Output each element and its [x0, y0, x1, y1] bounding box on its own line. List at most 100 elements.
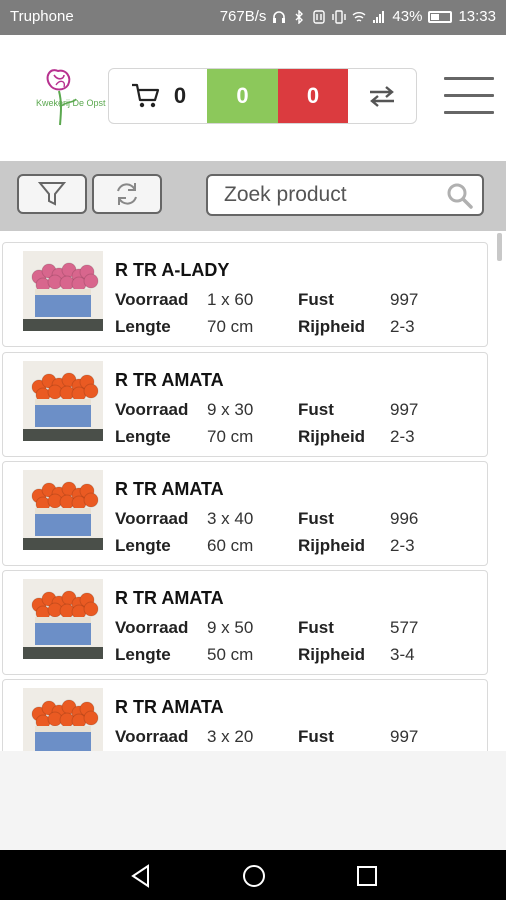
headphones-icon [273, 10, 286, 23]
back-icon[interactable] [128, 863, 154, 889]
lengte-label: Lengte [115, 427, 171, 446]
fust-label: Fust [298, 400, 334, 419]
product-name: R TR AMATA [115, 370, 224, 390]
status-bar: Truphone 767B/s 43% 13:33 [0, 0, 506, 35]
wifi-icon [352, 11, 366, 22]
fust-value: 577 [390, 618, 419, 637]
approved-count-button[interactable]: 0 [207, 69, 278, 123]
navigation-bar [0, 850, 506, 900]
product-list[interactable]: R TR A-LADY Voorraad 1 x 60 Fust 997 Len… [0, 231, 506, 751]
flower-bloom [83, 710, 99, 726]
fust-label: Fust [298, 509, 334, 528]
swap-button[interactable] [348, 69, 416, 123]
clock: 13:33 [458, 8, 496, 25]
flower-bunch-image [23, 481, 103, 550]
flower-bloom [83, 492, 99, 508]
recents-icon[interactable] [354, 863, 380, 889]
flower-bloom [83, 601, 99, 617]
signal-icon [373, 10, 385, 23]
cart-button[interactable]: 0 [109, 69, 207, 123]
network-speed: 767B/s [219, 8, 267, 25]
product-image [23, 579, 103, 659]
rijpheid-value: 2-3 [390, 317, 415, 336]
fust-value: 997 [390, 400, 419, 419]
filter-button[interactable] [17, 174, 87, 214]
voorraad-value: 9 x 50 [207, 618, 254, 637]
product-name: R TR AMATA [115, 697, 224, 717]
product-card[interactable]: R TR AMATA Voorraad 9 x 50 Fust 577 Leng… [2, 570, 488, 675]
product-image [23, 470, 103, 550]
product-name: R TR A-LADY [115, 260, 230, 280]
search-box [206, 174, 484, 216]
product-name: R TR AMATA [115, 479, 224, 499]
voorraad-value: 3 x 20 [207, 727, 254, 746]
product-card[interactable]: R TR AMATA Voorraad 3 x 40 Fust 996 Leng… [2, 461, 488, 566]
fust-label: Fust [298, 290, 334, 309]
voorraad-label: Voorraad [115, 727, 189, 746]
empty-area [0, 751, 506, 850]
rejected-count: 0 [306, 83, 320, 108]
flower-bloom [83, 273, 99, 289]
cart-count: 0 [173, 83, 187, 108]
refresh-button[interactable] [92, 174, 162, 214]
fust-label: Fust [298, 727, 334, 746]
rijpheid-label: Rijpheid [298, 317, 366, 336]
rijpheid-value: 3-4 [390, 645, 415, 664]
status-icons: 767B/s 43% 13:33 [220, 8, 496, 25]
rijpheid-label: Rijpheid [298, 645, 366, 664]
carrier-name: Truphone [10, 8, 74, 25]
filter-bar [0, 161, 506, 231]
swap-arrows-icon [370, 86, 394, 107]
lengte-value: 70 cm [207, 317, 254, 336]
search-input[interactable] [224, 182, 434, 208]
product-image [23, 688, 103, 751]
cart-icon [131, 83, 159, 108]
nfc-icon [313, 9, 326, 24]
product-card[interactable]: R TR AMATA Voorraad 3 x 20 Fust 997 [2, 679, 488, 751]
rijpheid-label: Rijpheid [298, 536, 366, 555]
product-image [23, 251, 103, 331]
voorraad-label: Voorraad [115, 290, 189, 309]
fust-value: 997 [390, 727, 419, 746]
lengte-label: Lengte [115, 536, 171, 555]
flower-bunch-image [23, 590, 103, 659]
rijpheid-value: 2-3 [390, 427, 415, 446]
voorraad-label: Voorraad [115, 509, 189, 528]
lengte-label: Lengte [115, 645, 171, 664]
lengte-value: 50 cm [207, 645, 254, 664]
lengte-label: Lengte [115, 317, 171, 336]
battery-percent: 43% [392, 8, 423, 25]
battery-icon [428, 10, 453, 23]
rijpheid-value: 2-3 [390, 536, 415, 555]
rijpheid-label: Rijpheid [298, 427, 366, 446]
flower-bloom [83, 383, 99, 399]
bluetooth-icon [295, 9, 304, 24]
refresh-icon [117, 183, 137, 205]
lengte-value: 70 cm [207, 427, 254, 446]
fust-value: 997 [390, 290, 419, 309]
product-card[interactable]: R TR A-LADY Voorraad 1 x 60 Fust 997 Len… [2, 242, 488, 347]
hamburger-menu-icon[interactable] [444, 77, 494, 117]
product-card[interactable]: R TR AMATA Voorraad 9 x 30 Fust 997 Leng… [2, 352, 488, 457]
voorraad-label: Voorraad [115, 618, 189, 637]
app-header: Kwekerij De Opst 0 0 0 [0, 35, 506, 161]
approved-count: 0 [236, 83, 249, 108]
search-icon[interactable] [446, 182, 474, 210]
voorraad-label: Voorraad [115, 400, 189, 419]
voorraad-value: 3 x 40 [207, 509, 254, 528]
fust-label: Fust [298, 618, 334, 637]
scrollbar[interactable] [497, 233, 502, 261]
flower-bunch-image [23, 262, 103, 331]
flower-bunch-image [31, 699, 99, 751]
lengte-value: 60 cm [207, 536, 254, 555]
home-icon[interactable] [241, 863, 267, 889]
rejected-count-button[interactable]: 0 [278, 69, 348, 123]
product-image [23, 361, 103, 441]
fust-value: 996 [390, 509, 419, 528]
vibrate-icon [332, 9, 347, 24]
logo-text: Kwekerij De Opst [36, 98, 106, 108]
product-name: R TR AMATA [115, 588, 224, 608]
voorraad-value: 1 x 60 [207, 290, 254, 309]
voorraad-value: 9 x 30 [207, 400, 254, 419]
flower-bunch-image [23, 372, 103, 441]
